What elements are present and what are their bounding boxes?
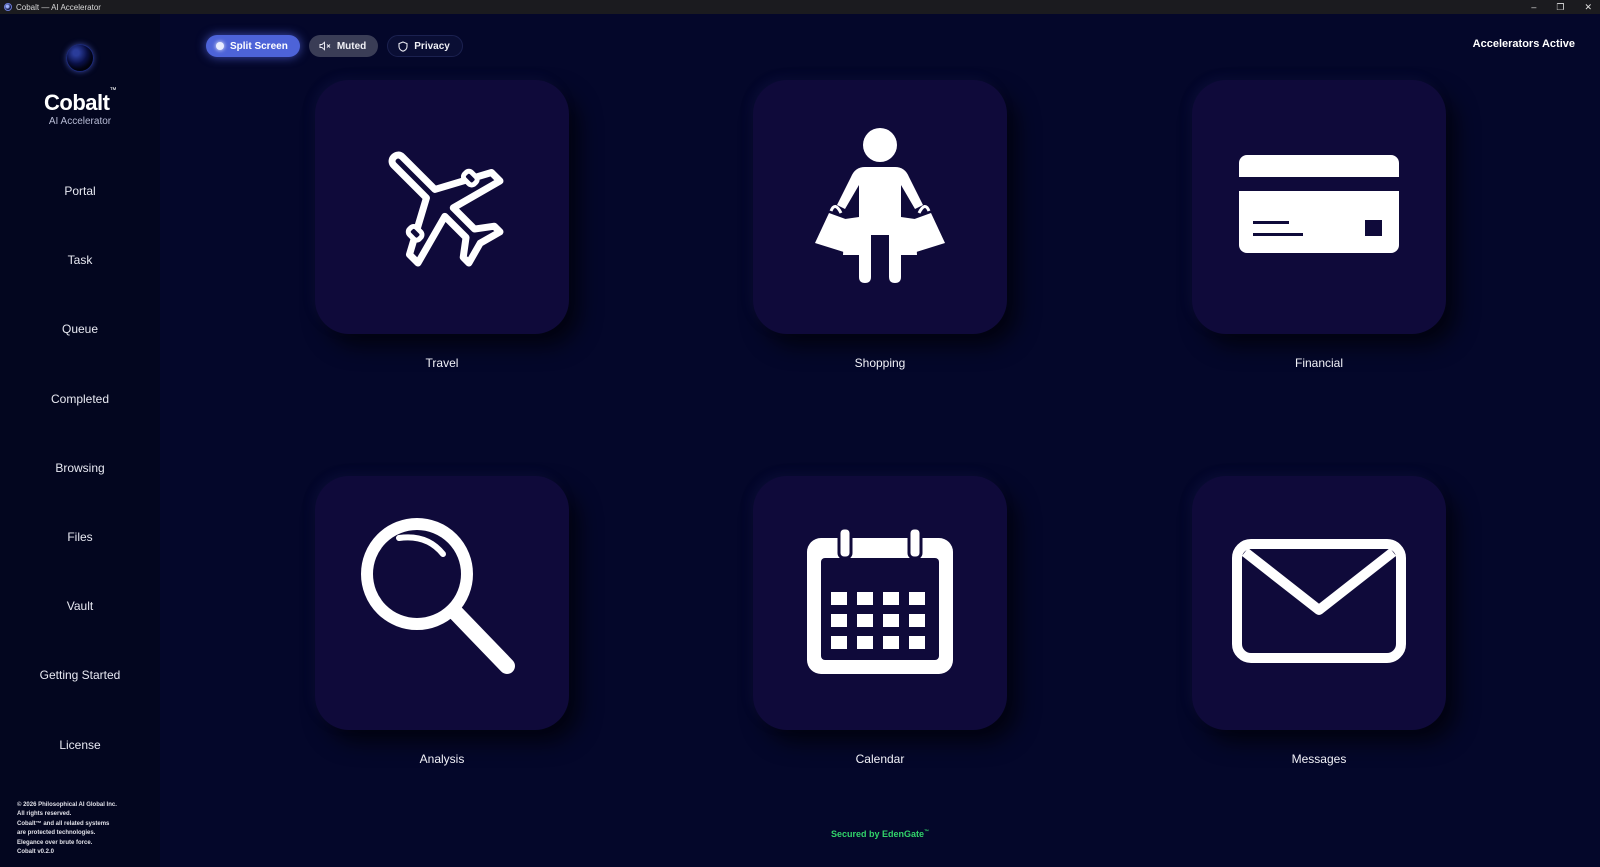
credit-card-icon	[1237, 153, 1401, 262]
sidebar-nav: Portal Task Queue Completed Browsing Fil…	[0, 184, 160, 807]
tile-travel-label: Travel	[425, 356, 459, 370]
app-icon	[4, 3, 12, 11]
privacy-label: Privacy	[414, 40, 450, 52]
airplane-icon	[367, 130, 517, 285]
shield-icon	[398, 40, 408, 52]
privacy-toggle[interactable]: Privacy	[387, 35, 463, 57]
tile-messages[interactable]	[1192, 476, 1446, 730]
speaker-muted-icon	[319, 41, 331, 51]
tile-analysis-label: Analysis	[419, 752, 465, 766]
tile-calendar[interactable]	[753, 476, 1007, 730]
brand-subtitle: AI Accelerator	[48, 116, 112, 127]
toggle-on-dot-icon	[216, 42, 224, 50]
sidebar-item-queue[interactable]: Queue	[0, 322, 160, 391]
tile-travel[interactable]	[315, 80, 569, 334]
tile-shopping-label: Shopping	[854, 356, 906, 370]
split-screen-toggle[interactable]: Split Screen	[206, 35, 300, 57]
sidebar: Cobalt™ AI Accelerator Portal Task Queue…	[0, 14, 160, 867]
tile-analysis[interactable]	[315, 476, 569, 730]
sidebar-item-portal[interactable]: Portal	[0, 184, 160, 253]
brand-title: Cobalt™	[0, 86, 160, 116]
toolbar: Split Screen Muted Privacy	[206, 35, 463, 57]
window-titlebar: Cobalt — AI Accelerator – ❐ ✕	[0, 0, 1600, 14]
accelerators-status: Accelerators Active	[1472, 38, 1575, 50]
split-screen-label: Split Screen	[230, 40, 288, 52]
cobalt-orb-logo-icon	[66, 44, 94, 72]
restore-button[interactable]: ❐	[1556, 0, 1564, 14]
secured-by-trademark: ™	[924, 829, 930, 835]
calendar-icon	[805, 526, 955, 681]
brand-name: Cobalt	[44, 90, 110, 115]
envelope-icon	[1231, 538, 1407, 669]
muted-toggle[interactable]: Muted	[308, 35, 379, 57]
sidebar-item-files[interactable]: Files	[0, 530, 160, 599]
copyright-line: Cobalt™ and all related systems	[17, 820, 110, 827]
secured-by-text: Secured by EdenGate	[830, 829, 925, 839]
sidebar-item-completed[interactable]: Completed	[0, 392, 160, 461]
minimize-button[interactable]: –	[1531, 0, 1536, 14]
secured-by-footer: Secured by EdenGate™	[0, 829, 1600, 839]
tile-messages-label: Messages	[1291, 752, 1347, 766]
tile-calendar-label: Calendar	[855, 752, 905, 766]
close-button[interactable]: ✕	[1584, 0, 1592, 14]
version-line: Cobalt v0.2.0	[17, 849, 55, 856]
magnifying-glass-icon	[357, 516, 527, 691]
sidebar-item-browsing[interactable]: Browsing	[0, 461, 160, 530]
tile-financial[interactable]	[1192, 80, 1446, 334]
sidebar-item-license[interactable]: License	[0, 738, 160, 807]
copyright-line: Elegance over brute force.	[17, 839, 93, 846]
copyright-line: © 2026 Philosophical AI Global Inc.	[17, 802, 117, 808]
shopper-with-bags-icon	[795, 125, 965, 290]
muted-label: Muted	[336, 40, 367, 52]
brand-trademark: ™	[109, 86, 116, 94]
sidebar-item-vault[interactable]: Vault	[0, 599, 160, 668]
copyright-line: All rights reserved.	[17, 811, 72, 818]
window-title: Cobalt — AI Accelerator	[16, 2, 101, 12]
window-controls: – ❐ ✕	[1531, 0, 1592, 14]
tile-shopping[interactable]	[753, 80, 1007, 334]
sidebar-item-task[interactable]: Task	[0, 253, 160, 322]
sidebar-item-getting-started[interactable]: Getting Started	[0, 668, 160, 737]
tile-financial-label: Financial	[1294, 356, 1344, 370]
